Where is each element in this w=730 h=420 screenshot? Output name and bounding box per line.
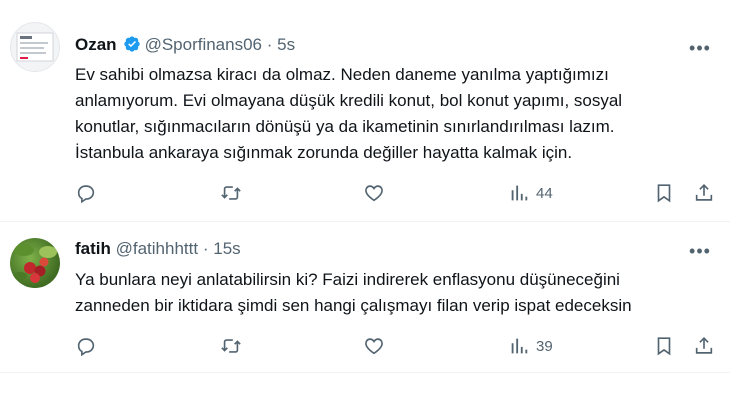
tweet[interactable]: fatih @fatihhhttt · 15s ••• Ya bunlara n…	[0, 223, 730, 373]
share-icon	[695, 184, 713, 201]
screenshot-avatar-icon	[16, 32, 54, 62]
bookmark-icon	[657, 337, 671, 356]
retweet-icon	[221, 186, 241, 200]
bookmark-button[interactable]	[653, 333, 675, 359]
views-button[interactable]: 44	[508, 180, 553, 206]
timestamp[interactable]: 5s	[277, 35, 295, 54]
display-name[interactable]: Ozan	[75, 35, 117, 54]
avatar[interactable]	[10, 238, 60, 288]
bookmark-icon	[657, 184, 671, 203]
tweet-text-line: Ev sahibi olmazsa kiracı da olmaz. Neden…	[75, 65, 609, 84]
tweet-text-line: zanneden bir iktidara şimdi sen hangi ça…	[75, 296, 632, 315]
tweet[interactable]: Ozan @Sporfinans06 · 5s ••• Ev sahibi olm…	[0, 0, 730, 222]
tweet-header: fatih @fatihhhttt · 15s	[75, 239, 241, 259]
reply-icon	[77, 185, 95, 204]
tweet-header: Ozan @Sporfinans06 · 5s	[75, 35, 295, 55]
more-icon[interactable]: •••	[688, 36, 712, 60]
like-icon	[365, 185, 383, 202]
like-icon	[365, 338, 383, 355]
bookmark-button[interactable]	[653, 180, 675, 206]
verified-badge-icon	[123, 36, 140, 52]
more-icon[interactable]: •••	[688, 239, 712, 263]
like-button[interactable]	[363, 180, 385, 206]
separator-dot: ·	[266, 35, 273, 54]
action-bar: 39	[75, 333, 720, 359]
share-button[interactable]	[693, 180, 715, 206]
display-name[interactable]: fatih	[75, 239, 111, 258]
tweet-text-line: İstanbula ankaraya sığınmak zorunda deği…	[75, 143, 573, 162]
share-icon	[695, 337, 713, 354]
tweet-text: Ya bunlara neyi anlatabilirsin ki? Faizi…	[75, 267, 715, 319]
reply-button[interactable]	[75, 180, 97, 206]
retweet-button[interactable]	[220, 180, 242, 206]
share-button[interactable]	[693, 333, 715, 359]
action-bar: 44	[75, 180, 720, 206]
view-count: 44	[536, 184, 553, 202]
user-handle[interactable]: @Sporfinans06	[145, 35, 262, 54]
view-count: 39	[536, 337, 553, 355]
tweet-text-line: konutlar, sığınmacıların dönüşü ya da ik…	[75, 117, 615, 136]
views-button[interactable]: 39	[508, 333, 553, 359]
timestamp[interactable]: 15s	[213, 239, 240, 258]
berries-avatar-icon	[13, 244, 57, 283]
views-icon	[511, 185, 528, 201]
reply-icon	[77, 338, 95, 357]
tweet-text-line: Ya bunlara neyi anlatabilirsin ki? Faizi…	[75, 270, 620, 289]
user-handle[interactable]: @fatihhhttt	[116, 239, 198, 258]
avatar[interactable]	[10, 22, 60, 72]
retweet-icon	[221, 339, 241, 353]
views-icon	[511, 338, 528, 354]
tweet-text-line: anlamıyorum. Evi olmayana düşük kredili …	[75, 91, 623, 110]
retweet-button[interactable]	[220, 333, 242, 359]
separator-dot: ·	[202, 239, 209, 258]
reply-button[interactable]	[75, 333, 97, 359]
like-button[interactable]	[363, 333, 385, 359]
tweet-text: Ev sahibi olmazsa kiracı da olmaz. Neden…	[75, 62, 715, 166]
